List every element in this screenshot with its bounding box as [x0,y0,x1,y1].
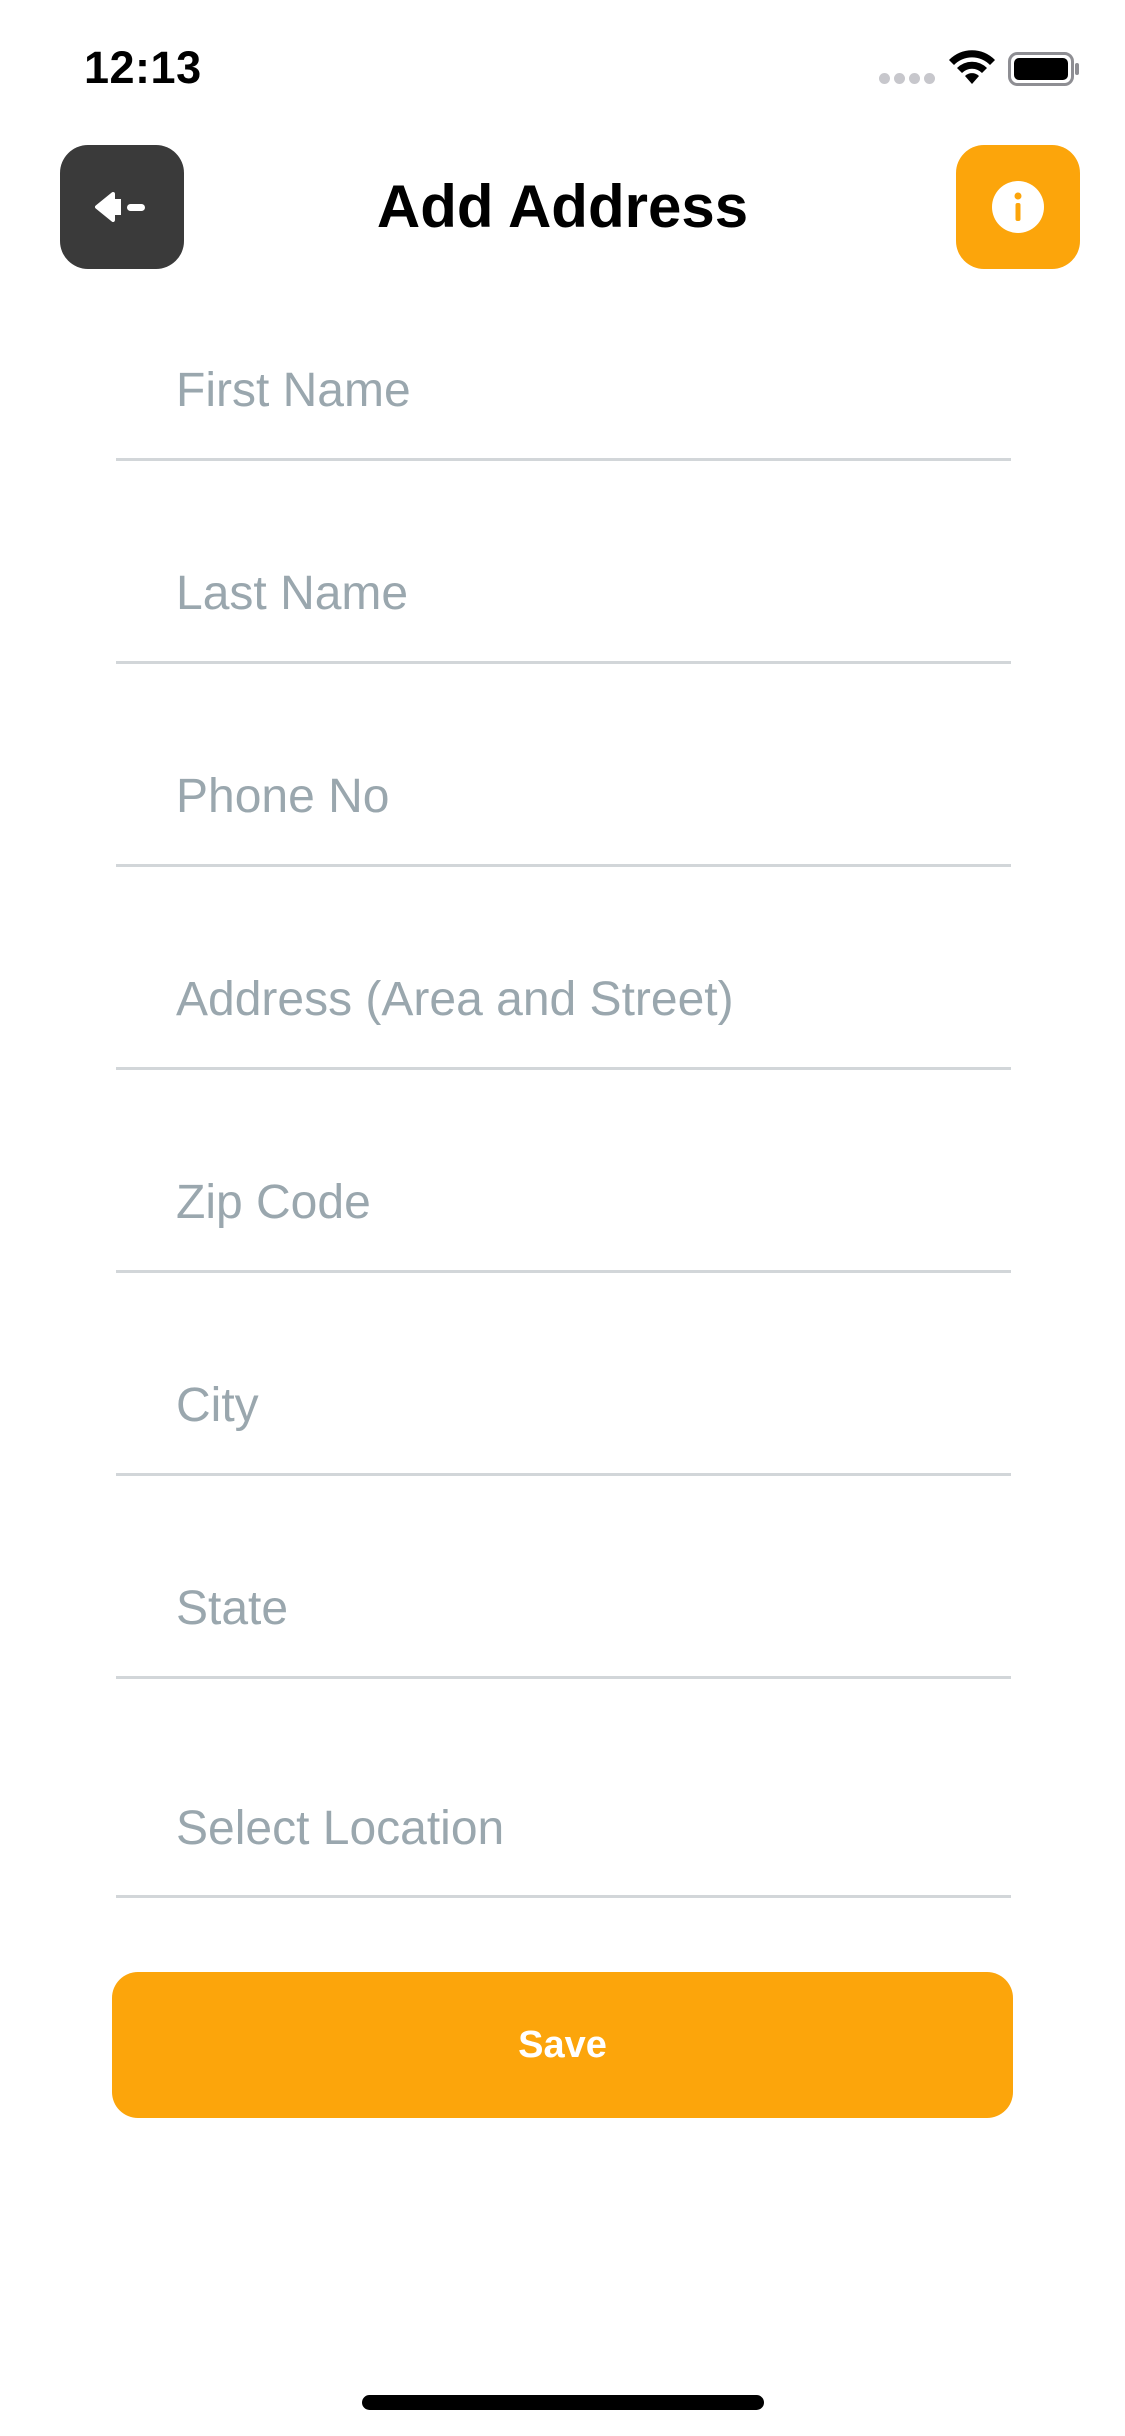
phone-no-input[interactable] [176,769,996,824]
phone-no-field [116,736,1011,867]
city-input[interactable] [176,1378,996,1433]
zip-code-input[interactable] [176,1175,996,1230]
address-input[interactable] [176,972,996,1027]
info-icon [992,181,1044,233]
last-name-field [116,533,1011,664]
state-input[interactable] [176,1581,996,1636]
last-name-input[interactable] [176,566,996,621]
signal-dots-icon [879,73,935,85]
info-button[interactable] [956,145,1080,269]
back-arrow-icon [95,192,145,222]
status-bar: 12:13 [0,0,1125,132]
save-button[interactable]: Save [112,1972,1013,2118]
first-name-field [116,330,1011,461]
status-time: 12:13 [84,42,202,93]
select-location-input[interactable] [176,1801,996,1856]
nav-bar: Add Address [0,145,1125,273]
select-location-field [116,1765,1011,1898]
wifi-icon [949,50,995,84]
back-button[interactable] [60,145,184,269]
city-field [116,1345,1011,1476]
state-field [116,1548,1011,1679]
battery-icon [1008,52,1079,86]
home-indicator [362,2395,764,2410]
zip-code-field [116,1142,1011,1273]
first-name-input[interactable] [176,363,996,418]
address-field [116,939,1011,1070]
